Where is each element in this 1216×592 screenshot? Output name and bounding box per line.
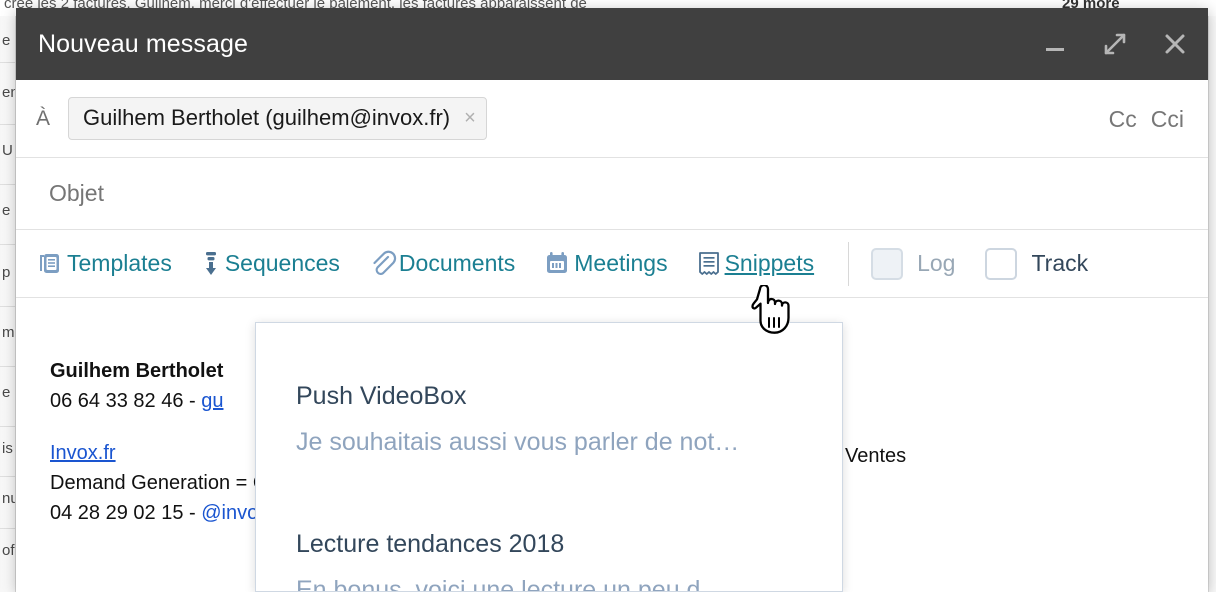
track-checkbox-group[interactable]: Track <box>985 247 1089 280</box>
log-checkbox[interactable] <box>871 247 904 280</box>
bcc-button[interactable]: Cci <box>1151 106 1184 133</box>
recipient-chip-label: Guilhem Bertholet (guilhem@invox.fr) <box>83 105 451 130</box>
toolbar-item-snippets[interactable]: Snippets <box>694 248 815 280</box>
compose-window: Nouveau message À Guilhem Bertholet (gui… <box>16 8 1208 592</box>
cc-bcc-group: Cc Cci <box>1109 80 1184 158</box>
subject-field-row[interactable]: Objet <box>16 158 1208 230</box>
log-checkbox-group[interactable]: Log <box>871 247 956 280</box>
signature-tagline-prefix: Demand Generation = C <box>50 472 268 494</box>
background-list-column: e en U e ( p m e a is nu of <box>0 16 16 592</box>
subject-input-placeholder[interactable]: Objet <box>36 180 104 207</box>
toolbar-item-templates[interactable]: Templates <box>34 248 172 280</box>
snippet-list-item[interactable]: Lecture tendances 2018 En bonus, voici u… <box>256 457 842 592</box>
signature-email-link[interactable]: gu <box>201 390 223 412</box>
toolbar-item-label: Documents <box>398 250 516 276</box>
snippet-title: Push VideoBox <box>296 382 467 410</box>
toolbar-item-documents[interactable]: Documents <box>366 248 515 280</box>
expand-button[interactable] <box>1098 27 1132 61</box>
remove-recipient-icon[interactable]: × <box>464 108 476 128</box>
snippet-preview: Je souhaitais aussi vous parler de not… <box>296 428 740 456</box>
toolbar-item-label: Snippets <box>724 250 815 276</box>
documents-icon <box>366 248 398 280</box>
background-fragment: e a <box>2 384 15 401</box>
snippet-list-item[interactable]: Push VideoBox Je souhaitais aussi vous p… <box>256 323 842 457</box>
compose-titlebar: Nouveau message <box>16 8 1208 80</box>
toolbar-item-label: Sequences <box>224 250 340 276</box>
toolbar-item-meetings[interactable]: Meetings <box>541 248 668 280</box>
track-label: Track <box>1031 250 1089 276</box>
signature-company-link[interactable]: Invox.fr <box>50 442 116 464</box>
to-field-row[interactable]: À Guilhem Bertholet (guilhem@invox.fr) ×… <box>16 80 1208 158</box>
cc-button[interactable]: Cc <box>1109 106 1137 133</box>
expand-icon <box>1101 30 1129 58</box>
meetings-icon <box>541 248 573 280</box>
close-icon <box>1161 30 1189 58</box>
background-right-strip <box>1208 16 1216 592</box>
snippet-title: Lecture tendances 2018 <box>296 530 565 558</box>
background-fragment: e <box>2 32 11 49</box>
track-checkbox[interactable] <box>985 247 1018 280</box>
background-fragment: nu <box>2 490 15 507</box>
close-button[interactable] <box>1158 27 1192 61</box>
signature-tagline-suffix: Ventes <box>845 445 907 467</box>
signature-office-phone: 04 28 29 02 15 - <box>50 502 202 524</box>
snippet-preview: En bonus, voici une lecture un peu d <box>296 576 701 592</box>
minimize-button[interactable] <box>1038 27 1072 61</box>
compose-title: Nouveau message <box>38 29 248 58</box>
compose-toolbar: Templates Sequences Documents Meetings S… <box>16 230 1208 298</box>
background-fragment: of <box>2 542 15 559</box>
snippets-icon <box>694 248 724 280</box>
background-fragment: is <box>2 440 13 457</box>
background-fragment: p <box>2 264 11 281</box>
window-controls <box>1038 8 1192 80</box>
toolbar-divider <box>848 241 850 286</box>
templates-icon <box>34 248 66 280</box>
background-fragment: en <box>2 84 15 101</box>
toolbar-item-label: Meetings <box>574 250 668 276</box>
to-label: À <box>36 106 51 130</box>
minimize-icon <box>1042 31 1068 57</box>
log-label: Log <box>917 250 956 276</box>
recipient-chip[interactable]: Guilhem Bertholet (guilhem@invox.fr) × <box>68 97 487 140</box>
toolbar-item-label: Templates <box>67 250 172 276</box>
toolbar-item-sequences[interactable]: Sequences <box>198 248 340 280</box>
background-fragment: m <box>2 324 15 341</box>
sequences-icon <box>198 248 224 280</box>
background-fragment: U <box>2 142 13 159</box>
signature-phone: 06 64 33 82 46 - <box>50 390 202 412</box>
background-fragment: e ( <box>2 202 15 219</box>
snippets-dropdown[interactable]: Push VideoBox Je souhaitais aussi vous p… <box>255 322 843 592</box>
